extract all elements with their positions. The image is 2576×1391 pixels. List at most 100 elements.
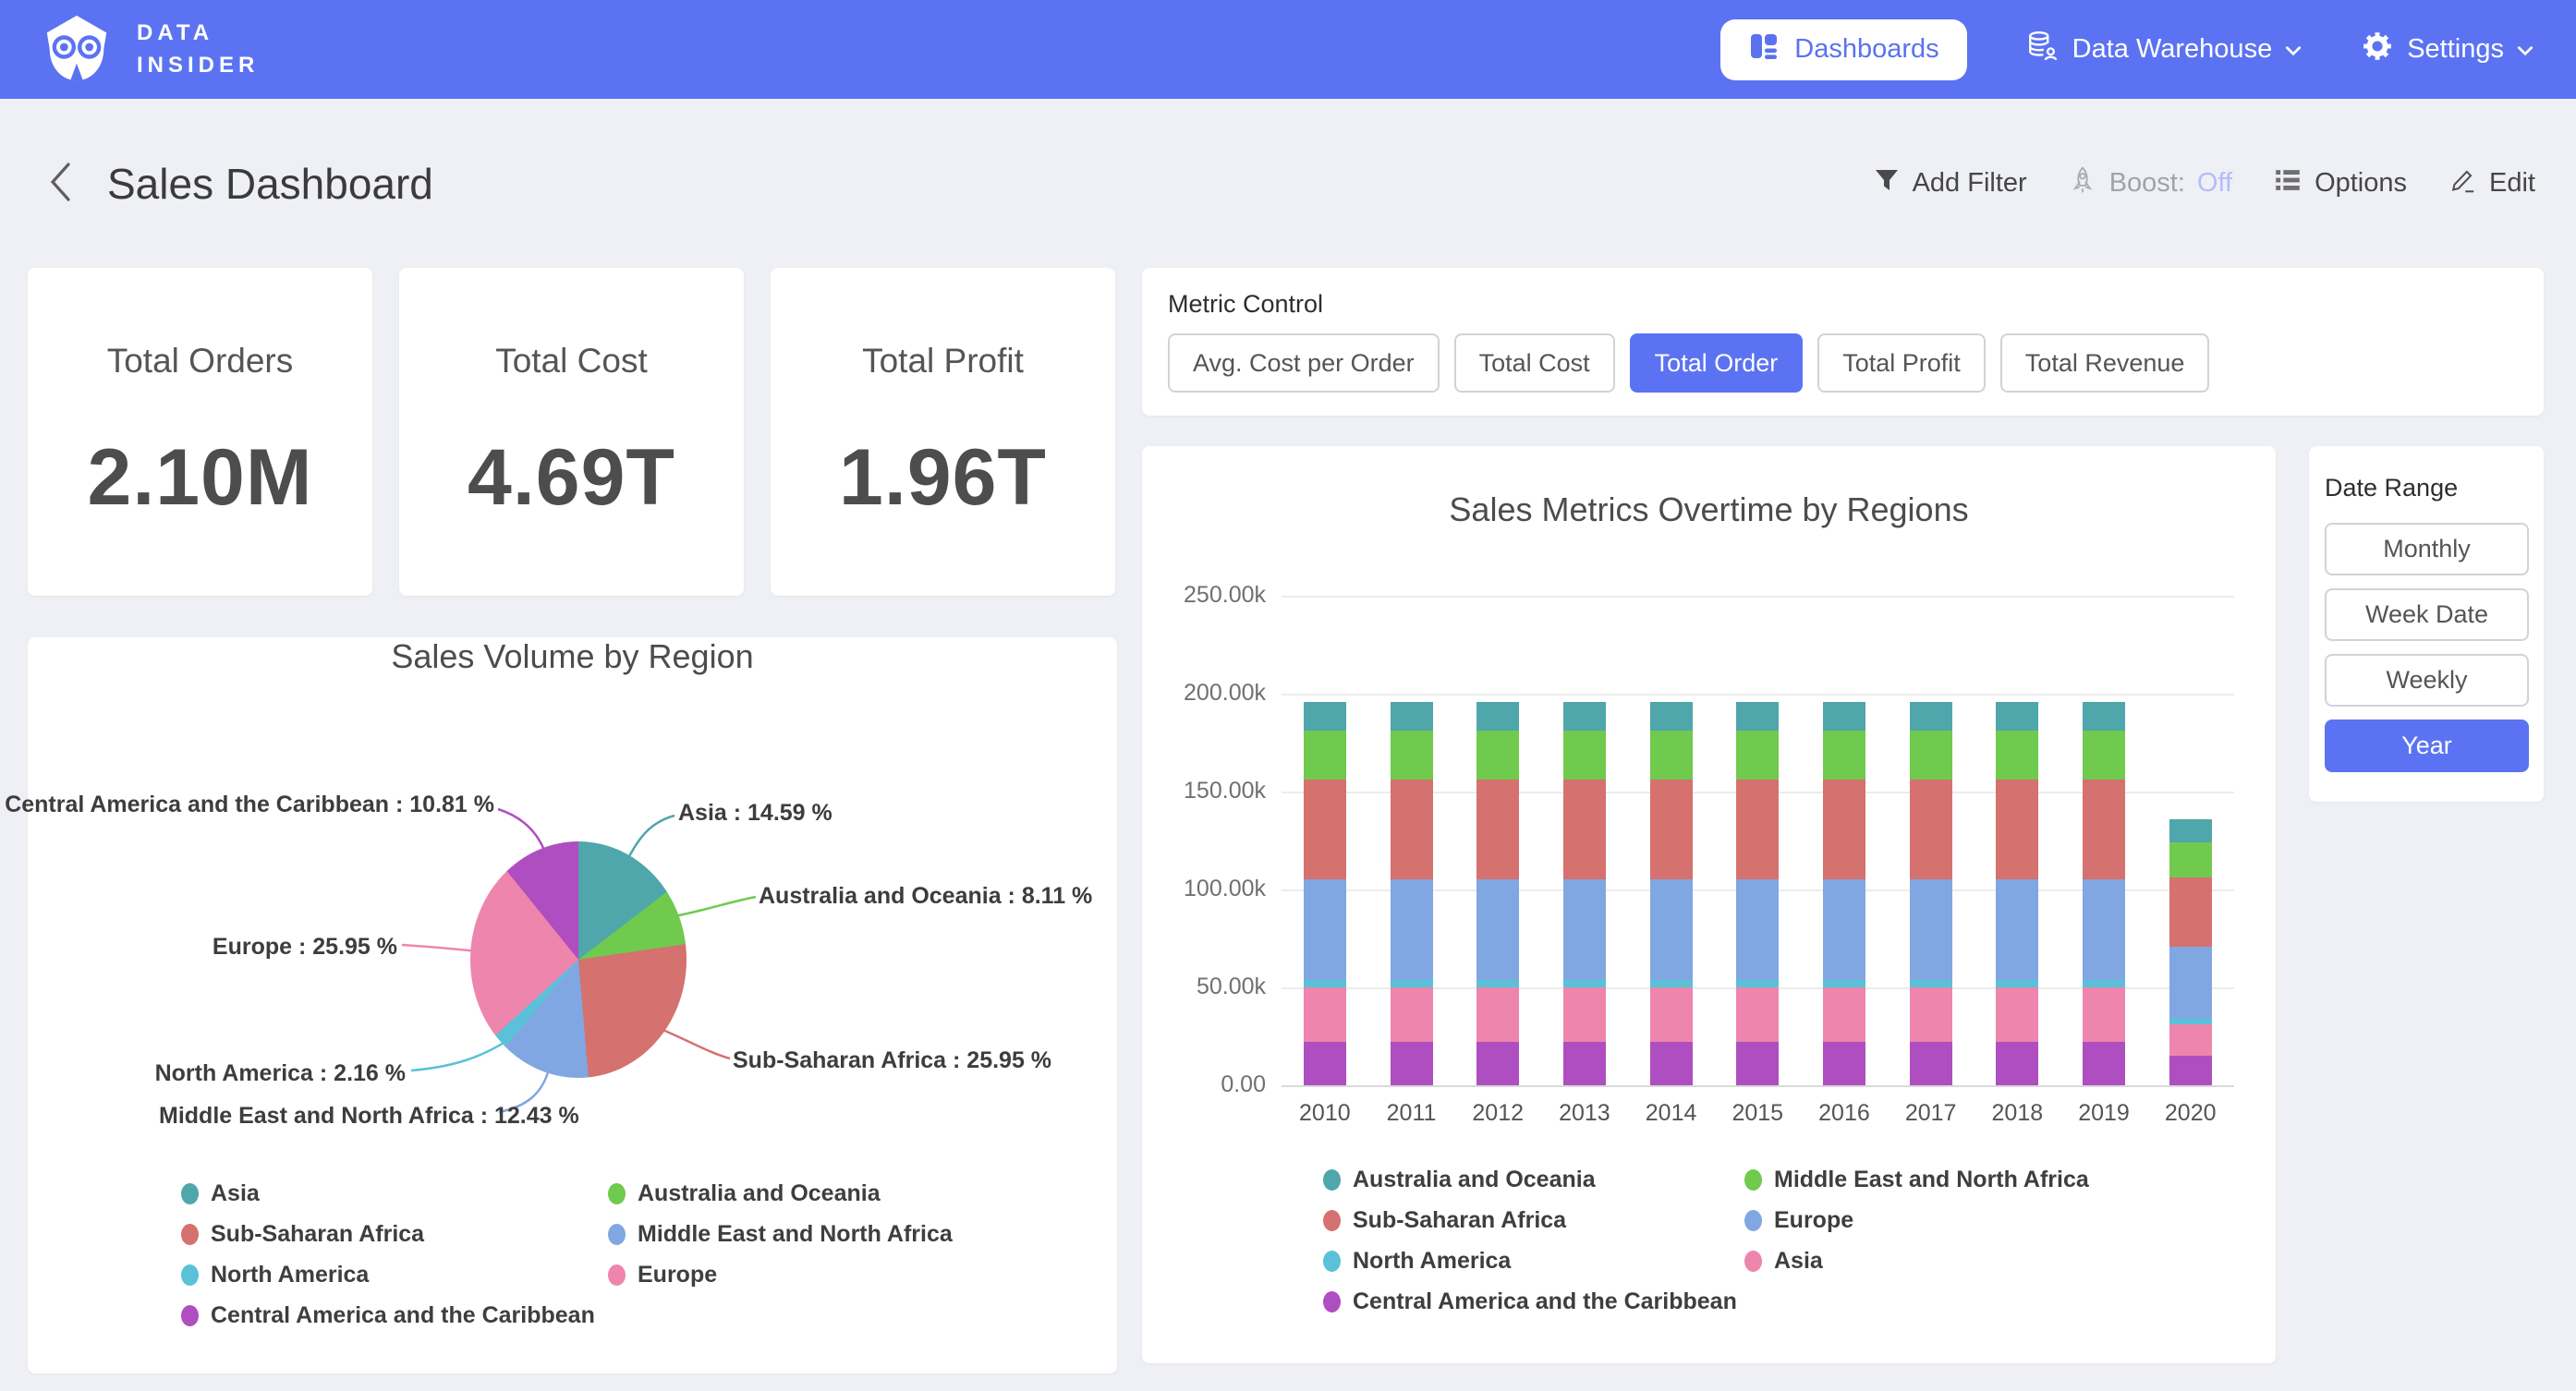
bar-segment[interactable] [1823, 879, 1865, 979]
bar-segment[interactable] [2169, 1056, 2212, 1085]
bar-segment[interactable] [1391, 980, 1433, 988]
metric-option-button[interactable]: Total Cost [1454, 333, 1615, 393]
date-range-option-button[interactable]: Week Date [2325, 588, 2529, 641]
bar-2019[interactable] [2083, 702, 2125, 1085]
bar-segment[interactable] [2083, 980, 2125, 988]
options-button[interactable]: Options [2273, 165, 2407, 202]
metric-option-button[interactable]: Avg. Cost per Order [1168, 333, 1440, 393]
bar-segment[interactable] [1736, 702, 1779, 732]
bar-segment[interactable] [1304, 1042, 1346, 1085]
bar-segment[interactable] [1823, 980, 1865, 988]
metric-option-button[interactable]: Total Order [1630, 333, 1804, 393]
bar-segment[interactable] [1391, 1042, 1433, 1085]
bar-segment[interactable] [1650, 780, 1693, 879]
bar-segment[interactable] [1391, 731, 1433, 780]
date-range-option-button[interactable]: Monthly [2325, 523, 2529, 575]
bar-2010[interactable] [1304, 702, 1346, 1085]
bar-segment[interactable] [1823, 731, 1865, 780]
bar-segment[interactable] [1476, 987, 1519, 1042]
date-range-option-button[interactable]: Weekly [2325, 654, 2529, 707]
bar-segment[interactable] [1563, 1042, 1606, 1085]
boost-toggle[interactable]: Boost: Off [2068, 165, 2232, 202]
bar-segment[interactable] [1736, 731, 1779, 780]
bar-segment[interactable] [2169, 1024, 2212, 1056]
bar-segment[interactable] [1563, 702, 1606, 732]
nav-data-warehouse[interactable]: Data Warehouse [2026, 30, 2303, 70]
bar-segment[interactable] [1996, 980, 2038, 988]
bar-segment[interactable] [1304, 980, 1346, 988]
bar-segment[interactable] [1650, 987, 1693, 1042]
add-filter-button[interactable]: Add Filter [1873, 166, 2027, 201]
nav-settings[interactable]: Settings [2361, 30, 2533, 70]
bar-segment[interactable] [1563, 780, 1606, 879]
bar-segment[interactable] [1476, 780, 1519, 879]
bar-segment[interactable] [1391, 879, 1433, 979]
bar-segment[interactable] [1391, 702, 1433, 732]
edit-button[interactable]: Edit [2448, 165, 2535, 202]
bar-segment[interactable] [1476, 1042, 1519, 1085]
bar-segment[interactable] [1996, 987, 2038, 1042]
bar-segment[interactable] [1476, 879, 1519, 979]
bar-segment[interactable] [1563, 980, 1606, 988]
bar-segment[interactable] [1563, 879, 1606, 979]
bar-segment[interactable] [1476, 731, 1519, 780]
bar-segment[interactable] [1563, 731, 1606, 780]
bar-segment[interactable] [1996, 731, 2038, 780]
bar-segment[interactable] [1823, 1042, 1865, 1085]
bar-segment[interactable] [1910, 879, 1952, 979]
bar-2013[interactable] [1563, 702, 1606, 1085]
bar-segment[interactable] [1304, 702, 1346, 732]
bar-segment[interactable] [1650, 731, 1693, 780]
bar-segment[interactable] [1650, 702, 1693, 732]
bar-segment[interactable] [1650, 879, 1693, 979]
bar-segment[interactable] [2169, 947, 2212, 1019]
bar-segment[interactable] [1910, 731, 1952, 780]
bar-segment[interactable] [1736, 1042, 1779, 1085]
bar-segment[interactable] [1650, 980, 1693, 988]
bar-segment[interactable] [1823, 987, 1865, 1042]
bar-segment[interactable] [1736, 980, 1779, 988]
bar-segment[interactable] [1910, 702, 1952, 732]
nav-dashboards-button[interactable]: Dashboards [1720, 19, 1966, 80]
bar-segment[interactable] [1910, 1042, 1952, 1085]
bar-segment[interactable] [2169, 819, 2212, 842]
bar-segment[interactable] [2083, 987, 2125, 1042]
bar-2015[interactable] [1736, 702, 1779, 1085]
bar-segment[interactable] [1996, 780, 2038, 879]
bar-segment[interactable] [2083, 879, 2125, 979]
bar-segment[interactable] [1910, 780, 1952, 879]
metric-option-button[interactable]: Total Profit [1817, 333, 1986, 393]
bar-segment[interactable] [1736, 780, 1779, 879]
back-button[interactable] [41, 154, 81, 212]
bar-segment[interactable] [1823, 780, 1865, 879]
bar-segment[interactable] [2169, 842, 2212, 877]
bar-segment[interactable] [1996, 879, 2038, 979]
bar-2020[interactable] [2169, 819, 2212, 1085]
bar-segment[interactable] [1650, 1042, 1693, 1085]
bar-segment[interactable] [1476, 702, 1519, 732]
bar-2014[interactable] [1650, 702, 1693, 1085]
bar-segment[interactable] [2169, 877, 2212, 946]
date-range-option-button[interactable]: Year [2325, 720, 2529, 772]
bar-segment[interactable] [1563, 987, 1606, 1042]
bar-segment[interactable] [2083, 702, 2125, 732]
bar-segment[interactable] [2083, 731, 2125, 780]
bar-segment[interactable] [1304, 987, 1346, 1042]
bar-segment[interactable] [2083, 1042, 2125, 1085]
bar-2018[interactable] [1996, 702, 2038, 1085]
bar-segment[interactable] [1910, 980, 1952, 988]
bar-segment[interactable] [1304, 879, 1346, 979]
bar-segment[interactable] [1391, 780, 1433, 879]
bar-segment[interactable] [1996, 1042, 2038, 1085]
bar-2012[interactable] [1476, 702, 1519, 1085]
bar-segment[interactable] [1304, 731, 1346, 780]
bar-2011[interactable] [1391, 702, 1433, 1085]
bar-segment[interactable] [1304, 780, 1346, 879]
bar-segment[interactable] [1823, 702, 1865, 732]
bar-2017[interactable] [1910, 702, 1952, 1085]
bar-segment[interactable] [1736, 879, 1779, 979]
bar-segment[interactable] [2083, 780, 2125, 879]
bar-segment[interactable] [1476, 980, 1519, 988]
bar-segment[interactable] [1736, 987, 1779, 1042]
metric-option-button[interactable]: Total Revenue [2000, 333, 2210, 393]
